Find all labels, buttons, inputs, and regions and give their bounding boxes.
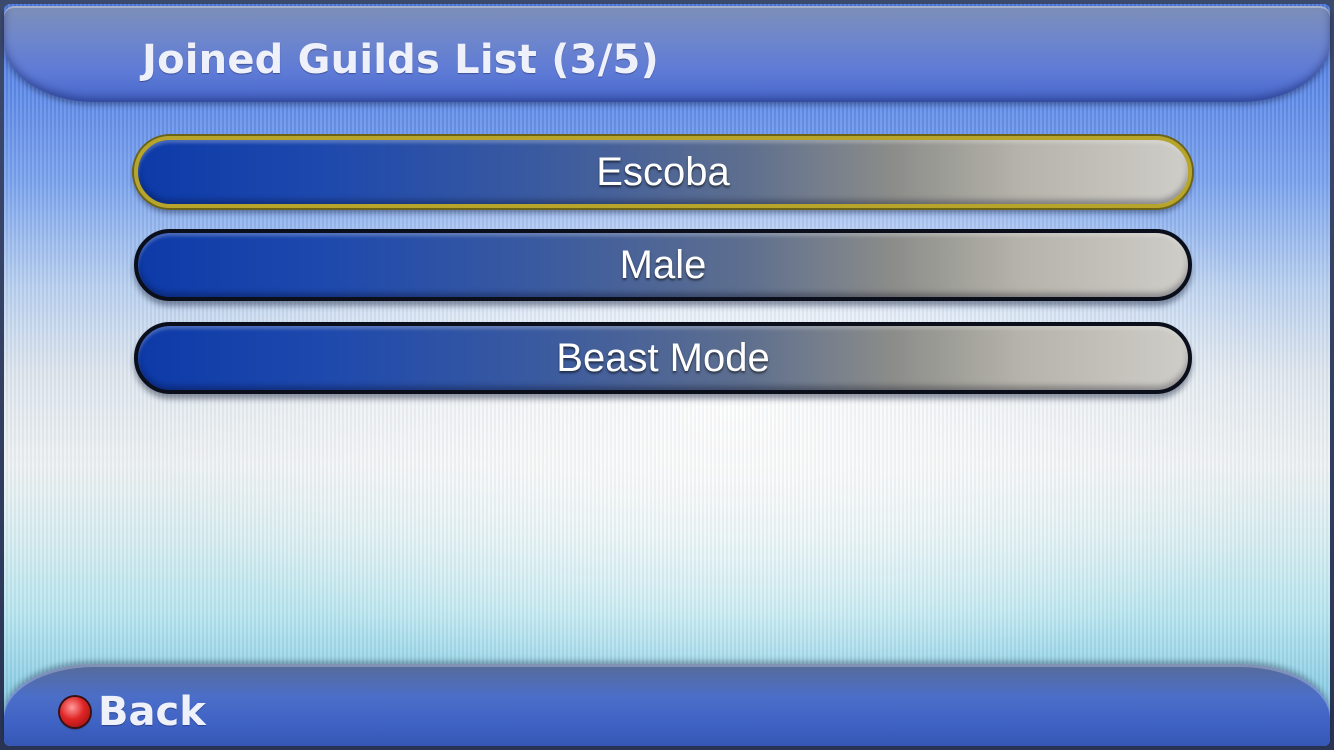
guild-item-beast-mode[interactable]: Beast Mode [134,322,1192,394]
guild-name: Male [619,242,707,287]
guild-list: Escoba Male Beast Mode [134,136,1192,415]
guild-item-escoba[interactable]: Escoba [134,136,1192,208]
back-button[interactable]: Back [60,686,206,738]
guild-name: Beast Mode [556,335,770,380]
guild-item-male[interactable]: Male [134,229,1192,301]
back-label: Back [98,689,206,735]
guild-name: Escoba [596,149,730,194]
page-title: Joined Guilds List (3/5) [142,37,660,83]
red-dot-icon [60,697,90,727]
